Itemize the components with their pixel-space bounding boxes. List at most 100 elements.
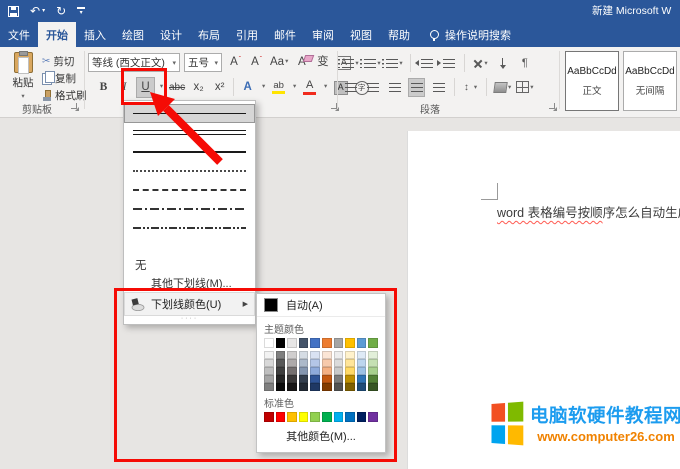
underline-style-dash-dot[interactable] [124, 199, 255, 218]
theme-tint-swatch[interactable] [357, 375, 367, 383]
theme-tint-swatch[interactable] [287, 359, 297, 367]
theme-tint-swatch[interactable] [322, 359, 332, 367]
theme-tint-swatch[interactable] [368, 359, 378, 367]
phonetic-guide-button[interactable]: 变 [313, 52, 332, 73]
automatic-color-item[interactable]: 自动(A) [257, 294, 385, 317]
tab-view[interactable]: 视图 [342, 22, 380, 47]
underline-color-item[interactable]: 下划线颜色(U) ▶ [124, 292, 255, 316]
theme-tint-swatch[interactable] [310, 367, 320, 375]
standard-color-swatch[interactable] [276, 412, 286, 422]
borders-button[interactable]: ▾ [516, 78, 533, 97]
theme-tint-swatch[interactable] [322, 383, 332, 391]
grow-font-button[interactable]: Aˆ [226, 52, 245, 73]
theme-color-swatch[interactable] [276, 338, 286, 348]
increase-indent-button[interactable] [440, 54, 457, 73]
change-case-button[interactable]: Aa▾ [268, 52, 290, 73]
qat-customize-button[interactable]: ▾ [77, 7, 85, 16]
underline-style-thick[interactable] [124, 142, 255, 161]
theme-tint-swatch[interactable] [322, 367, 332, 375]
shrink-font-button[interactable]: Aˇ [247, 52, 266, 73]
paragraph-dialog-launcher[interactable] [548, 102, 557, 111]
clear-formatting-button[interactable]: A [292, 52, 311, 73]
redo-button[interactable]: ↻ [56, 5, 66, 17]
multilevel-list-button[interactable]: ▾ [386, 54, 403, 73]
theme-color-swatch[interactable] [322, 338, 332, 348]
document-text[interactable]: word 表格编号按顺序怎么自动生成 [497, 202, 680, 221]
undo-button[interactable]: ↶▾ [30, 5, 45, 17]
standard-color-swatch[interactable] [368, 412, 378, 422]
paste-dropdown-icon[interactable]: ▾ [21, 92, 24, 100]
decrease-indent-button[interactable] [418, 54, 435, 73]
text-highlight-dropdown-button[interactable]: ▾ [290, 77, 298, 98]
standard-color-swatch[interactable] [299, 412, 309, 422]
show-formatting-marks-button[interactable] [516, 54, 533, 73]
tab-insert[interactable]: 插入 [76, 22, 114, 47]
standard-color-swatch[interactable] [322, 412, 332, 422]
distribute-button[interactable] [430, 78, 447, 97]
theme-tint-swatch[interactable] [334, 367, 344, 375]
underline-style-wavy[interactable] [124, 237, 255, 256]
tab-home[interactable]: 开始 [38, 22, 76, 47]
italic-button[interactable]: I [115, 77, 134, 98]
theme-tint-swatch[interactable] [310, 383, 320, 391]
sort-button[interactable] [494, 54, 511, 73]
line-spacing-button[interactable]: ▾ [462, 78, 479, 97]
theme-tint-swatch[interactable] [357, 367, 367, 375]
theme-tint-swatch[interactable] [322, 351, 332, 359]
font-color-button[interactable]: A [300, 77, 319, 98]
tab-file[interactable]: 文件 [0, 22, 38, 47]
theme-tint-swatch[interactable] [287, 367, 297, 375]
theme-tint-swatch[interactable] [276, 383, 286, 391]
style-card-0[interactable]: AaBbCcDd正文 [565, 51, 619, 111]
font-color-dropdown-button[interactable]: ▾ [321, 77, 329, 98]
theme-tint-swatch[interactable] [287, 375, 297, 383]
theme-tint-swatch[interactable] [368, 383, 378, 391]
theme-color-swatch[interactable] [264, 338, 274, 348]
theme-color-swatch[interactable] [334, 338, 344, 348]
bold-button[interactable]: B [94, 77, 113, 98]
strikethrough-button[interactable]: abc [167, 77, 187, 98]
underline-style-dashed[interactable] [124, 180, 255, 199]
tab-design[interactable]: 设计 [152, 22, 190, 47]
standard-color-swatch[interactable] [345, 412, 355, 422]
underline-dropdown-button[interactable]: ▾ [157, 77, 165, 98]
theme-color-swatch[interactable] [345, 338, 355, 348]
tab-references[interactable]: 引用 [228, 22, 266, 47]
tell-me-search[interactable]: 操作说明搜索 [430, 22, 511, 47]
theme-tint-swatch[interactable] [345, 383, 355, 391]
theme-tint-swatch[interactable] [310, 359, 320, 367]
theme-tint-swatch[interactable] [299, 367, 309, 375]
underline-style-dotted[interactable] [124, 161, 255, 180]
shading-button[interactable]: ▾ [494, 78, 511, 97]
theme-tint-swatch[interactable] [264, 367, 274, 375]
theme-tint-swatch[interactable] [357, 359, 367, 367]
font-name-select[interactable]: 等线 (西文正文) ▾ [88, 53, 180, 72]
style-card-1[interactable]: AaBbCcDd无间隔 [623, 51, 677, 111]
theme-tint-swatch[interactable] [322, 375, 332, 383]
asian-layout-button[interactable]: ▾ [472, 54, 489, 73]
copy-button[interactable]: 复制 [42, 71, 76, 86]
tab-help[interactable]: 帮助 [380, 22, 418, 47]
theme-tint-swatch[interactable] [299, 383, 309, 391]
theme-tint-swatch[interactable] [299, 375, 309, 383]
theme-tint-swatch[interactable] [334, 359, 344, 367]
theme-color-swatch[interactable] [310, 338, 320, 348]
cut-button[interactable]: ✂ 剪切 [42, 54, 74, 69]
theme-color-swatch[interactable] [368, 338, 378, 348]
theme-tint-swatch[interactable] [368, 367, 378, 375]
more-colors-item[interactable]: 其他颜色(M)... [257, 422, 385, 448]
underline-style-double[interactable] [124, 123, 255, 142]
theme-tint-swatch[interactable] [334, 383, 344, 391]
theme-color-swatch[interactable] [287, 338, 297, 348]
align-right-button[interactable] [386, 78, 403, 97]
tab-review[interactable]: 审阅 [304, 22, 342, 47]
theme-tint-swatch[interactable] [287, 351, 297, 359]
text-effects-button[interactable]: A [238, 77, 257, 98]
theme-tint-swatch[interactable] [276, 359, 286, 367]
theme-tint-swatch[interactable] [357, 383, 367, 391]
theme-tint-swatch[interactable] [276, 375, 286, 383]
gallery-resize-handle[interactable]: ···· [124, 316, 255, 324]
theme-tint-swatch[interactable] [368, 351, 378, 359]
tab-layout[interactable]: 布局 [190, 22, 228, 47]
justify-button[interactable] [408, 78, 425, 97]
